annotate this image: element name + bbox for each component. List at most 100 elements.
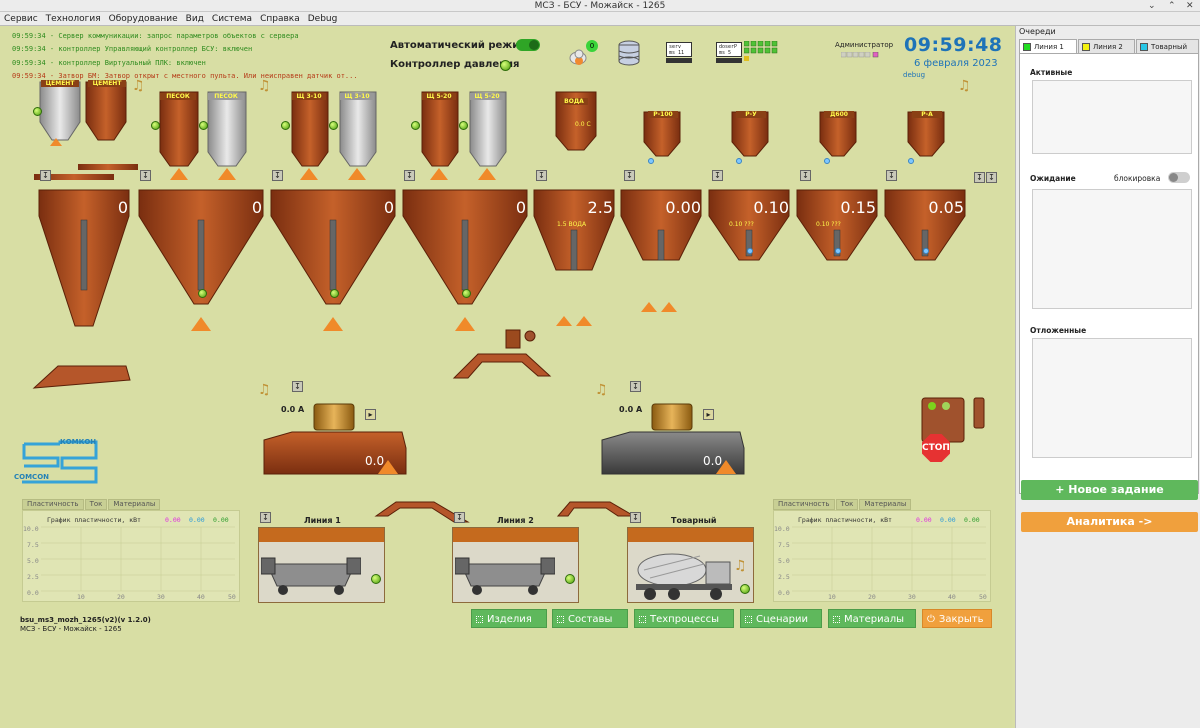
hopper-sub-value: 0.10 ??? <box>729 221 754 228</box>
tab-line-2[interactable]: Линия 2 <box>1078 39 1135 54</box>
tab-materials[interactable]: Материалы <box>108 499 161 510</box>
new-task-button[interactable]: + Новое задание <box>1021 480 1198 500</box>
download-button[interactable]: ↧ <box>140 170 151 181</box>
menu-item-system[interactable]: Система <box>208 12 256 26</box>
menu-item-service[interactable]: Сервис <box>0 12 42 26</box>
tab-current[interactable]: Ток <box>84 499 108 510</box>
download-button[interactable]: ↧ <box>260 512 271 523</box>
download-button[interactable]: ↧ <box>886 170 897 181</box>
tab-commercial[interactable]: Товарный <box>1136 39 1199 54</box>
postponed-queue-list[interactable] <box>1032 338 1192 458</box>
y-tick: 2.5 <box>27 573 39 581</box>
tab-materials[interactable]: Материалы <box>859 499 912 510</box>
plasticity-chart: График пластичности, кВт 0.00 0.00 0.00 … <box>773 510 991 602</box>
stop-button[interactable]: СТОП <box>922 434 950 462</box>
line-1-card[interactable] <box>258 527 385 603</box>
doser-device-box[interactable]: doserP ms 5 <box>716 42 742 57</box>
y-tick: 5.0 <box>778 557 790 565</box>
x-tick: 20 <box>117 593 125 601</box>
log-line: 09:59:34 - Сервер коммуникации: запрос п… <box>12 32 299 40</box>
music-note-icon[interactable]: ♫ <box>258 382 271 398</box>
silo-label: Д600 <box>824 111 854 118</box>
compositions-button[interactable]: Составы <box>552 609 628 628</box>
log-line: 09:59:34 - контроллер Виртуальный ПЛК: в… <box>12 58 206 67</box>
music-note-icon[interactable]: ♫ <box>132 78 145 94</box>
download-button[interactable]: ↧ <box>272 170 283 181</box>
plasticity-chart: График пластичности, кВт 0.00 0.00 0.00 … <box>22 510 240 602</box>
menu-item-view[interactable]: Вид <box>182 12 208 26</box>
download-button[interactable]: ↧ <box>454 512 465 523</box>
download-button[interactable]: ↧ <box>292 381 303 392</box>
chart-plot <box>792 526 986 592</box>
app-version: bsu_ms3_mozh_1265(v2)(v 1.2.0) <box>20 616 151 624</box>
silo-label: Р-У <box>736 111 766 118</box>
tab-line-1[interactable]: Линия 1 <box>1019 39 1077 54</box>
close-icon[interactable]: ✕ <box>1186 0 1194 12</box>
tab-current[interactable]: Ток <box>835 499 859 510</box>
status-lamp <box>33 107 42 116</box>
pressure-controller-lamp <box>500 60 511 71</box>
music-note-icon[interactable]: ♫ <box>958 78 971 94</box>
download-button[interactable]: ↧ <box>536 170 547 181</box>
auto-mode-label: Автоматический режим <box>390 40 528 51</box>
minimize-icon[interactable]: ⌄ <box>1148 0 1156 12</box>
download-button[interactable]: ↧ <box>712 170 723 181</box>
tech-processes-button[interactable]: Техпроцессы <box>634 609 734 628</box>
music-note-icon[interactable]: ♫ <box>595 382 608 398</box>
download-button[interactable]: ↧ <box>800 170 811 181</box>
menu-item-equipment[interactable]: Оборудование <box>105 12 182 26</box>
waiting-queue-list[interactable] <box>1032 189 1192 309</box>
download-button[interactable]: ↧ <box>974 172 985 183</box>
analytics-button[interactable]: Аналитика -> <box>1021 512 1198 532</box>
download-button[interactable]: ↧ <box>624 170 635 181</box>
status-lamp <box>747 248 753 254</box>
x-tick: 30 <box>157 593 165 601</box>
download-button[interactable]: ↧ <box>40 170 51 181</box>
status-lamp <box>459 121 468 130</box>
music-note-icon[interactable]: ♫ <box>734 558 747 574</box>
maximize-icon[interactable]: ⌃ <box>1168 0 1176 12</box>
music-note-icon[interactable]: ♫ <box>258 78 271 94</box>
line-2-card[interactable] <box>452 527 579 603</box>
tab-plasticity[interactable]: Пластичность <box>22 499 84 510</box>
scenarios-button[interactable]: Сценарии <box>740 609 822 628</box>
commercial-line-card[interactable]: ♫ <box>627 527 754 603</box>
products-button[interactable]: Изделия <box>471 609 547 628</box>
controller-leds-icon <box>744 41 778 61</box>
download-button[interactable]: ↧ <box>986 172 997 183</box>
auto-mode-toggle[interactable] <box>516 39 540 51</box>
x-tick: 20 <box>868 593 876 601</box>
clock: 09:59:48 <box>904 34 1003 56</box>
hopper-weight: 2.5 <box>587 198 613 217</box>
hopper-sub-value: 0.10 ??? <box>816 221 841 228</box>
y-tick: 0.0 <box>778 589 790 597</box>
silo-label: Р-А <box>912 111 942 118</box>
active-label: Активные <box>1030 68 1073 77</box>
silo-label: Щ 5-20 <box>422 93 456 100</box>
waiting-label: Ожидание <box>1030 174 1076 183</box>
menu-item-help[interactable]: Справка <box>256 12 304 26</box>
lock-toggle[interactable] <box>1168 172 1190 183</box>
materials-button[interactable]: Материалы <box>828 609 916 628</box>
menu-item-technology[interactable]: Технология <box>42 12 105 26</box>
download-button[interactable]: ↧ <box>404 170 415 181</box>
tab-plasticity[interactable]: Пластичность <box>773 499 835 510</box>
log-line: 09:59:34 - контроллер Управляющий контро… <box>12 45 253 54</box>
queue-tabs: Линия 1 Линия 2 Товарный <box>1019 39 1199 54</box>
download-button[interactable]: ↧ <box>630 512 641 523</box>
window-title: МСЗ - БСУ - Можайск - 1265 <box>534 1 666 11</box>
y-tick: 5.0 <box>27 557 39 565</box>
active-queue-list[interactable] <box>1032 80 1192 154</box>
database-icon[interactable] <box>617 40 641 68</box>
x-tick: 40 <box>948 593 956 601</box>
download-button[interactable]: ↧ <box>630 381 641 392</box>
truck-icon <box>455 557 555 595</box>
menu-item-debug[interactable]: Debug <box>304 12 342 26</box>
y-tick: 10.0 <box>23 525 39 533</box>
server-device-box[interactable]: serv ms 11 <box>666 42 692 57</box>
hopper-weight: 0 <box>515 198 526 217</box>
logo-text-top: КОМКОН <box>60 438 97 446</box>
close-button[interactable]: ⏻ Закрыть <box>922 609 992 628</box>
x-tick: 10 <box>828 593 836 601</box>
hopper-weight: 0 <box>117 198 128 217</box>
